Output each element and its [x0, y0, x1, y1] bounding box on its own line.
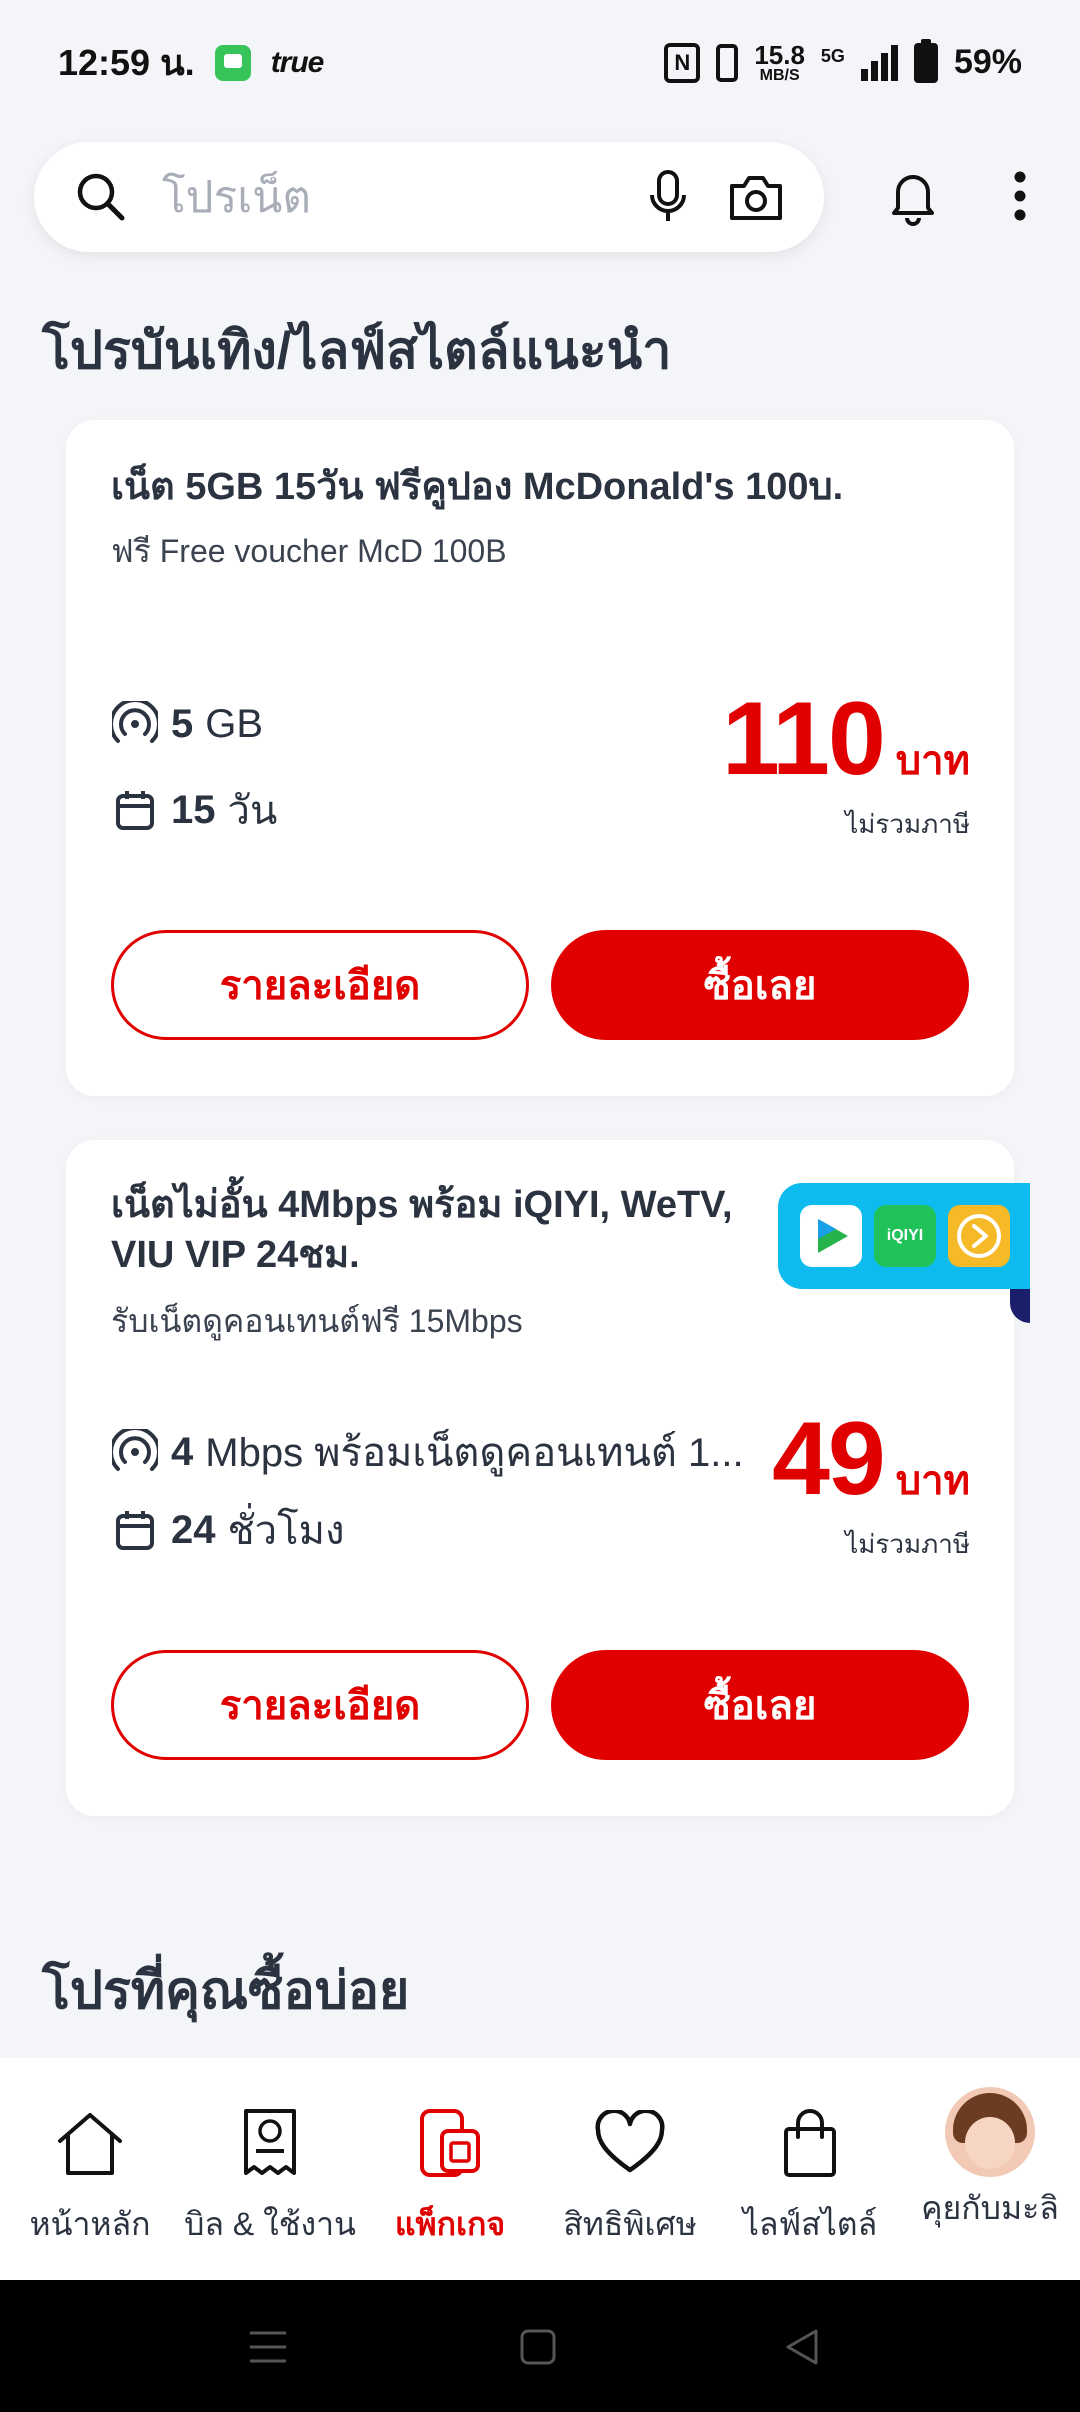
menu-icon[interactable]	[246, 2325, 290, 2369]
buy-button[interactable]: ซื้อเลย	[551, 1650, 969, 1760]
bottom-nav: หน้าหลัก บิล & ใช้งาน แพ็กเกจ สิทธิพิเศษ…	[0, 2058, 1080, 2280]
signal-broadcast-icon	[111, 1428, 159, 1476]
status-time: 12:59 น.	[58, 42, 195, 83]
heart-icon	[590, 2103, 670, 2183]
nav-item-home[interactable]: หน้าหลัก	[0, 2058, 180, 2280]
price-value: 49	[772, 1401, 886, 1517]
back-icon[interactable]	[780, 2325, 824, 2369]
data-unit: GB	[205, 701, 264, 746]
home-icon	[50, 2103, 130, 2183]
data-amount: 5	[171, 701, 194, 746]
iqiyi-logo: iQIYI	[874, 1205, 936, 1267]
data-spec: 5 GB	[111, 700, 263, 748]
nav-item-packages[interactable]: แพ็กเกจ	[360, 2058, 540, 2280]
details-button[interactable]: รายละเอียด	[111, 930, 529, 1040]
vibrate-icon	[716, 43, 739, 82]
calendar-icon	[111, 1506, 159, 1554]
price: 49 บาท	[772, 1400, 970, 1519]
wetv-logo	[800, 1205, 862, 1267]
data-unit: Mbps พร้อมเน็ตดูคอนเทนต์ 1...	[205, 1431, 744, 1475]
nav-item-bills[interactable]: บิล & ใช้งาน	[180, 2058, 360, 2280]
package-title: เน็ต 5GB 15วัน ฟรีคูปอง McDonald's 100บ.	[111, 466, 844, 508]
details-button[interactable]: รายละเอียด	[111, 1650, 529, 1760]
nav-item-chat-mali[interactable]: คุยกับมะลิ	[900, 2058, 1080, 2280]
nav-item-label: หน้าหลัก	[29, 2206, 151, 2242]
section-title-frequent: โปรที่คุณซื้อบ่อย	[42, 1962, 410, 2020]
signal-broadcast-icon	[111, 700, 159, 748]
home-square-icon[interactable]	[516, 2325, 560, 2369]
buy-button[interactable]: ซื้อเลย	[551, 930, 969, 1040]
more-vertical-icon[interactable]	[1000, 160, 1040, 232]
data-amount: 4	[171, 1429, 194, 1474]
bell-icon[interactable]	[880, 160, 946, 232]
mic-icon[interactable]	[648, 169, 688, 225]
net-speed: 15.8 MB/S	[754, 42, 805, 84]
price-currency: บาท	[895, 739, 970, 783]
data-spec: 4 Mbps พร้อมเน็ตดูคอนเทนต์ 1...	[111, 1420, 744, 1484]
vat-note: ไม่รวมภาษี	[845, 1529, 970, 1559]
package-subtitle: รับเน็ตดูคอนเทนต์ฟรี 15Mbps	[111, 1303, 523, 1339]
nav-item-label: แพ็กเกจ	[394, 2206, 506, 2242]
bill-icon	[230, 2103, 310, 2183]
package-title: เน็ตไม่อั้น 4Mbps พร้อม iQIYI, WeTV, VIU…	[111, 1180, 733, 1280]
nav-item-label: คุยกับมะลิ	[921, 2190, 1059, 2226]
duration-unit: วัน	[227, 789, 278, 833]
signal-icon	[860, 44, 898, 81]
search-bar[interactable]: โปรเน็ต	[34, 142, 824, 252]
nav-item-privileges[interactable]: สิทธิพิเศษ	[540, 2058, 720, 2280]
vat-note: ไม่รวมภาษี	[845, 809, 970, 839]
search-input[interactable]: โปรเน็ต	[162, 162, 648, 232]
nav-item-label: ไลฟ์สไตล์	[742, 2206, 878, 2242]
nav-item-label: บิล & ใช้งาน	[184, 2206, 356, 2242]
message-app-icon	[214, 44, 251, 81]
nav-item-label: สิทธิพิเศษ	[563, 2206, 697, 2242]
package-sim-icon	[410, 2103, 490, 2183]
duration-unit: ชั่วโมง	[227, 1509, 345, 1553]
price: 110 บาท	[722, 680, 970, 799]
duration-spec: 15 วัน	[111, 778, 277, 842]
calendar-icon	[111, 786, 159, 834]
viu-logo	[948, 1205, 1010, 1267]
camera-icon[interactable]	[728, 172, 784, 222]
mali-avatar	[945, 2087, 1035, 2177]
price-value: 110	[722, 681, 886, 797]
status-right: N 15.8 MB/S 5G 59%	[664, 38, 1022, 84]
nav-item-lifestyle[interactable]: ไลฟ์สไตล์	[720, 2058, 900, 2280]
status-bar: 12:59 น. true N 15.8 MB/S 5G 59%	[0, 0, 1080, 125]
net-speed-unit: MB/S	[759, 66, 800, 84]
duration-spec: 24 ชั่วโมง	[111, 1498, 345, 1562]
duration-amount: 15	[171, 787, 216, 832]
price-currency: บาท	[895, 1459, 970, 1503]
partner-badge: iQIYI	[778, 1183, 1030, 1289]
net-speed-value: 15.8	[754, 39, 805, 70]
package-card: เน็ต 5GB 15วัน ฟรีคูปอง McDonald's 100บ.…	[66, 420, 1014, 1096]
nfc-icon: N	[664, 42, 701, 83]
carrier-logo: true	[270, 45, 325, 79]
package-title-line2: VIU VIP 24ชม.	[111, 1234, 360, 1276]
battery-icon	[913, 38, 938, 83]
status-left: 12:59 น. true	[58, 34, 325, 91]
network-type: 5G	[820, 45, 845, 66]
shopping-bag-icon	[770, 2103, 850, 2183]
duration-amount: 24	[171, 1507, 216, 1552]
search-icon[interactable]	[74, 170, 128, 224]
system-nav-bar	[0, 2280, 1080, 2412]
battery-percent: 59%	[953, 43, 1022, 81]
section-title-recommended: โปรบันเทิง/ไลฟ์สไตล์แนะนำ	[42, 322, 672, 380]
package-title-line1: เน็ตไม่อั้น 4Mbps พร้อม iQIYI, WeTV,	[111, 1184, 733, 1226]
package-subtitle: ฟรี Free voucher McD 100B	[111, 533, 507, 569]
